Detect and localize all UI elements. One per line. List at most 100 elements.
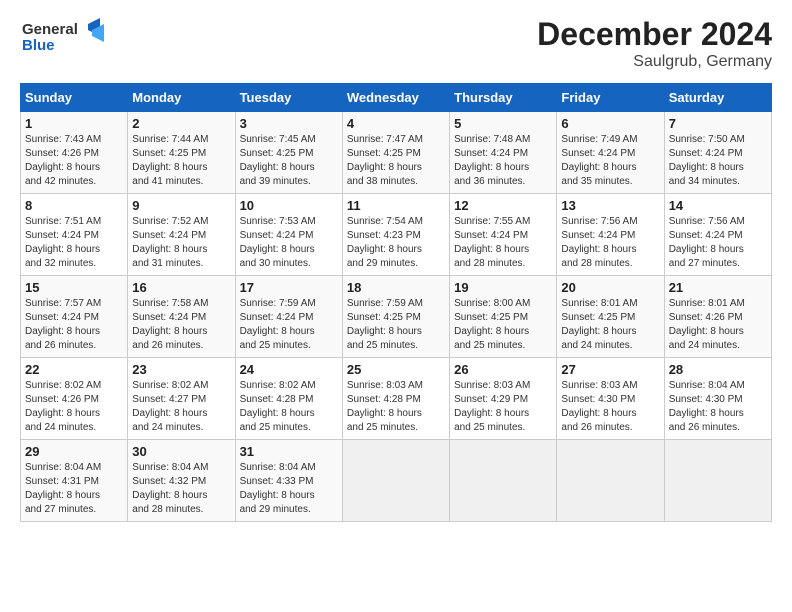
col-monday: Monday xyxy=(128,84,235,112)
day-number: 8 xyxy=(25,198,123,213)
day-number: 10 xyxy=(240,198,338,213)
day-number: 27 xyxy=(561,362,659,377)
week-row-4: 22 Sunrise: 8:02 AMSunset: 4:26 PMDayligh… xyxy=(21,358,772,440)
day-number: 14 xyxy=(669,198,767,213)
day-number: 2 xyxy=(132,116,230,131)
header-row: Sunday Monday Tuesday Wednesday Thursday… xyxy=(21,84,772,112)
day-info: Sunrise: 7:44 AMSunset: 4:25 PMDaylight:… xyxy=(132,133,230,189)
day-info: Sunrise: 8:04 AMSunset: 4:30 PMDaylight:… xyxy=(669,379,767,435)
day-info: Sunrise: 8:04 AMSunset: 4:32 PMDaylight:… xyxy=(132,461,230,517)
day-info: Sunrise: 8:02 AMSunset: 4:27 PMDaylight:… xyxy=(132,379,230,435)
col-saturday: Saturday xyxy=(664,84,771,112)
day-number: 25 xyxy=(347,362,445,377)
table-row: 10 Sunrise: 7:53 AMSunset: 4:24 PMDayligh… xyxy=(235,194,342,276)
table-row: 13 Sunrise: 7:56 AMSunset: 4:24 PMDayligh… xyxy=(557,194,664,276)
col-wednesday: Wednesday xyxy=(342,84,449,112)
day-number: 23 xyxy=(132,362,230,377)
col-thursday: Thursday xyxy=(450,84,557,112)
day-number: 3 xyxy=(240,116,338,131)
week-row-1: 1 Sunrise: 7:43 AMSunset: 4:26 PMDaylight… xyxy=(21,112,772,194)
day-number: 30 xyxy=(132,444,230,459)
day-info: Sunrise: 7:55 AMSunset: 4:24 PMDaylight:… xyxy=(454,215,552,271)
day-number: 24 xyxy=(240,362,338,377)
day-number: 9 xyxy=(132,198,230,213)
table-row: 30 Sunrise: 8:04 AMSunset: 4:32 PMDayligh… xyxy=(128,440,235,522)
svg-text:Blue: Blue xyxy=(22,37,55,54)
day-number: 22 xyxy=(25,362,123,377)
table-row xyxy=(450,440,557,522)
day-number: 29 xyxy=(25,444,123,459)
col-sunday: Sunday xyxy=(21,84,128,112)
table-row: 21 Sunrise: 8:01 AMSunset: 4:26 PMDayligh… xyxy=(664,276,771,358)
day-info: Sunrise: 8:01 AMSunset: 4:26 PMDaylight:… xyxy=(669,297,767,353)
day-info: Sunrise: 7:50 AMSunset: 4:24 PMDaylight:… xyxy=(669,133,767,189)
col-friday: Friday xyxy=(557,84,664,112)
day-number: 28 xyxy=(669,362,767,377)
table-row: 24Sunrise: 8:02 AMSunset: 4:28 PMDayligh… xyxy=(235,358,342,440)
day-info: Sunrise: 7:52 AMSunset: 4:24 PMDaylight:… xyxy=(132,215,230,271)
week-row-5: 29 Sunrise: 8:04 AMSunset: 4:31 PMDayligh… xyxy=(21,440,772,522)
table-row: 19 Sunrise: 8:00 AMSunset: 4:25 PMDayligh… xyxy=(450,276,557,358)
day-number: 1 xyxy=(25,116,123,131)
table-row: 7Sunrise: 7:50 AMSunset: 4:24 PMDaylight… xyxy=(664,112,771,194)
table-row: 15 Sunrise: 7:57 AMSunset: 4:24 PMDayligh… xyxy=(21,276,128,358)
logo: General Blue xyxy=(20,16,110,65)
day-info: Sunrise: 7:57 AMSunset: 4:24 PMDaylight:… xyxy=(25,297,123,353)
logo-text: General Blue xyxy=(20,16,110,65)
calendar-title: December 2024 xyxy=(537,16,772,53)
table-row: 29 Sunrise: 8:04 AMSunset: 4:31 PMDayligh… xyxy=(21,440,128,522)
table-row: 28 Sunrise: 8:04 AMSunset: 4:30 PMDayligh… xyxy=(664,358,771,440)
day-info: Sunrise: 7:49 AMSunset: 4:24 PMDaylight:… xyxy=(561,133,659,189)
col-tuesday: Tuesday xyxy=(235,84,342,112)
day-info: Sunrise: 8:02 AMSunset: 4:26 PMDaylight:… xyxy=(25,379,123,435)
table-row: 16Sunrise: 7:58 AMSunset: 4:24 PMDayligh… xyxy=(128,276,235,358)
day-info: Sunrise: 8:00 AMSunset: 4:25 PMDaylight:… xyxy=(454,297,552,353)
table-row: 22 Sunrise: 8:02 AMSunset: 4:26 PMDayligh… xyxy=(21,358,128,440)
day-number: 13 xyxy=(561,198,659,213)
table-row: 14 Sunrise: 7:56 AMSunset: 4:24 PMDayligh… xyxy=(664,194,771,276)
day-number: 11 xyxy=(347,198,445,213)
day-number: 18 xyxy=(347,280,445,295)
table-row: 18 Sunrise: 7:59 AMSunset: 4:25 PMDayligh… xyxy=(342,276,449,358)
table-row xyxy=(342,440,449,522)
svg-text:General: General xyxy=(22,21,78,38)
table-row: 26Sunrise: 8:03 AMSunset: 4:29 PMDayligh… xyxy=(450,358,557,440)
day-info: Sunrise: 8:03 AMSunset: 4:30 PMDaylight:… xyxy=(561,379,659,435)
day-info: Sunrise: 7:59 AMSunset: 4:24 PMDaylight:… xyxy=(240,297,338,353)
day-number: 4 xyxy=(347,116,445,131)
table-row xyxy=(664,440,771,522)
table-row: 5 Sunrise: 7:48 AMSunset: 4:24 PMDaylight… xyxy=(450,112,557,194)
day-number: 5 xyxy=(454,116,552,131)
day-info: Sunrise: 7:56 AMSunset: 4:24 PMDaylight:… xyxy=(669,215,767,271)
title-block: December 2024 Saulgrub, Germany xyxy=(537,16,772,71)
day-info: Sunrise: 7:59 AMSunset: 4:25 PMDaylight:… xyxy=(347,297,445,353)
table-row: 9 Sunrise: 7:52 AMSunset: 4:24 PMDaylight… xyxy=(128,194,235,276)
logo-icon: General Blue xyxy=(20,16,110,60)
day-info: Sunrise: 7:43 AMSunset: 4:26 PMDaylight:… xyxy=(25,133,123,189)
week-row-2: 8 Sunrise: 7:51 AMSunset: 4:24 PMDaylight… xyxy=(21,194,772,276)
day-number: 6 xyxy=(561,116,659,131)
table-row: 8 Sunrise: 7:51 AMSunset: 4:24 PMDaylight… xyxy=(21,194,128,276)
day-info: Sunrise: 7:51 AMSunset: 4:24 PMDaylight:… xyxy=(25,215,123,271)
table-row: 27 Sunrise: 8:03 AMSunset: 4:30 PMDayligh… xyxy=(557,358,664,440)
table-row: 6 Sunrise: 7:49 AMSunset: 4:24 PMDaylight… xyxy=(557,112,664,194)
table-row: 31Sunrise: 8:04 AMSunset: 4:33 PMDayligh… xyxy=(235,440,342,522)
day-info: Sunrise: 7:53 AMSunset: 4:24 PMDaylight:… xyxy=(240,215,338,271)
day-number: 31 xyxy=(240,444,338,459)
day-number: 15 xyxy=(25,280,123,295)
day-info: Sunrise: 7:47 AMSunset: 4:25 PMDaylight:… xyxy=(347,133,445,189)
day-info: Sunrise: 8:04 AMSunset: 4:31 PMDaylight:… xyxy=(25,461,123,517)
table-row: 17 Sunrise: 7:59 AMSunset: 4:24 PMDayligh… xyxy=(235,276,342,358)
day-info: Sunrise: 7:56 AMSunset: 4:24 PMDaylight:… xyxy=(561,215,659,271)
calendar-subtitle: Saulgrub, Germany xyxy=(537,53,772,71)
day-number: 19 xyxy=(454,280,552,295)
day-info: Sunrise: 7:58 AMSunset: 4:24 PMDaylight:… xyxy=(132,297,230,353)
day-number: 21 xyxy=(669,280,767,295)
week-row-3: 15 Sunrise: 7:57 AMSunset: 4:24 PMDayligh… xyxy=(21,276,772,358)
day-info: Sunrise: 8:03 AMSunset: 4:28 PMDaylight:… xyxy=(347,379,445,435)
table-row: 1 Sunrise: 7:43 AMSunset: 4:26 PMDaylight… xyxy=(21,112,128,194)
day-info: Sunrise: 7:48 AMSunset: 4:24 PMDaylight:… xyxy=(454,133,552,189)
table-row: 23 Sunrise: 8:02 AMSunset: 4:27 PMDayligh… xyxy=(128,358,235,440)
day-number: 17 xyxy=(240,280,338,295)
table-row: 4 Sunrise: 7:47 AMSunset: 4:25 PMDaylight… xyxy=(342,112,449,194)
